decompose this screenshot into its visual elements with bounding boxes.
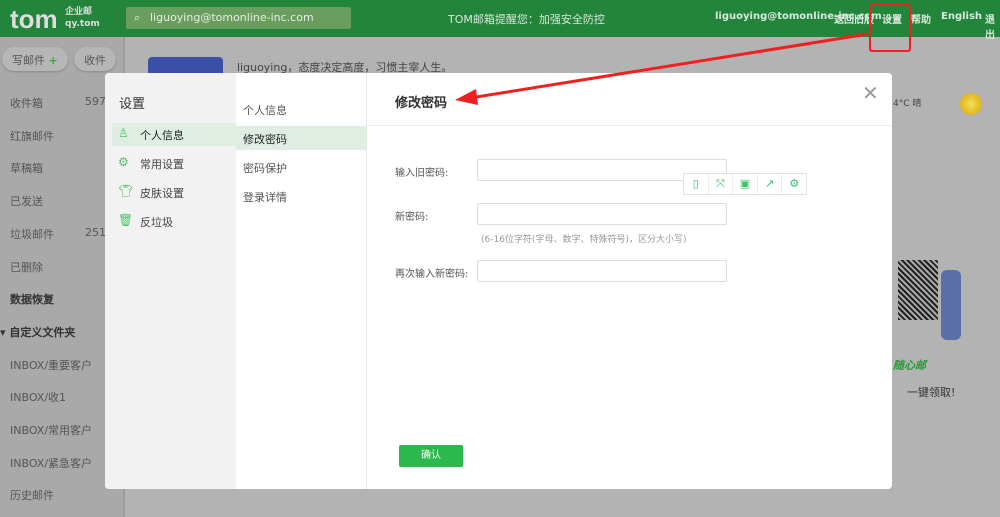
annotation-arrow: [455, 32, 869, 105]
